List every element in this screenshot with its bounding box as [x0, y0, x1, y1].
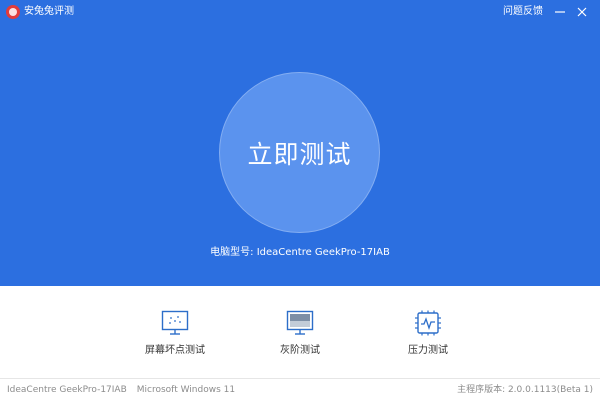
status-device: IdeaCentre GeekPro-17IAB [7, 385, 127, 395]
tool-grayscale-test[interactable]: 灰阶测试 [255, 310, 345, 357]
header-panel: 安兔兔评测 问题反馈 立即测试 电脑型号: IdeaCentre GeekPro… [0, 0, 600, 286]
minimize-icon[interactable] [552, 4, 568, 20]
tool-label: 屏幕坏点测试 [145, 345, 205, 356]
monitor-dots-icon [161, 310, 189, 335]
tool-dead-pixel-test[interactable]: 屏幕坏点测试 [130, 310, 220, 357]
tool-stress-test[interactable]: 压力测试 [383, 310, 473, 357]
app-logo-icon [6, 5, 20, 19]
status-bar: IdeaCentre GeekPro-17IAB Microsoft Window… [0, 378, 600, 400]
model-label: 电脑型号: [210, 247, 254, 258]
start-test-button[interactable]: 立即测试 [219, 72, 380, 233]
monitor-grayscale-icon [286, 310, 314, 335]
tool-label: 灰阶测试 [280, 345, 320, 356]
app-title: 安兔兔评测 [24, 6, 74, 17]
status-system-info: IdeaCentre GeekPro-17IAB Microsoft Window… [7, 385, 245, 396]
computer-model: 电脑型号: IdeaCentre GeekPro-17IAB [0, 247, 600, 259]
chip-pulse-icon [415, 310, 441, 336]
feedback-link[interactable]: 问题反馈 [503, 6, 543, 18]
status-os: Microsoft Windows 11 [136, 385, 236, 395]
close-icon[interactable] [574, 4, 590, 20]
start-test-label: 立即测试 [247, 139, 352, 169]
status-version: 主程序版本: 2.0.0.1113(Beta 1) [457, 385, 593, 395]
model-value: IdeaCentre GeekPro-17IAB [256, 247, 390, 258]
tool-label: 压力测试 [408, 345, 448, 356]
title-bar: 安兔兔评测 问题反馈 [0, 0, 600, 24]
